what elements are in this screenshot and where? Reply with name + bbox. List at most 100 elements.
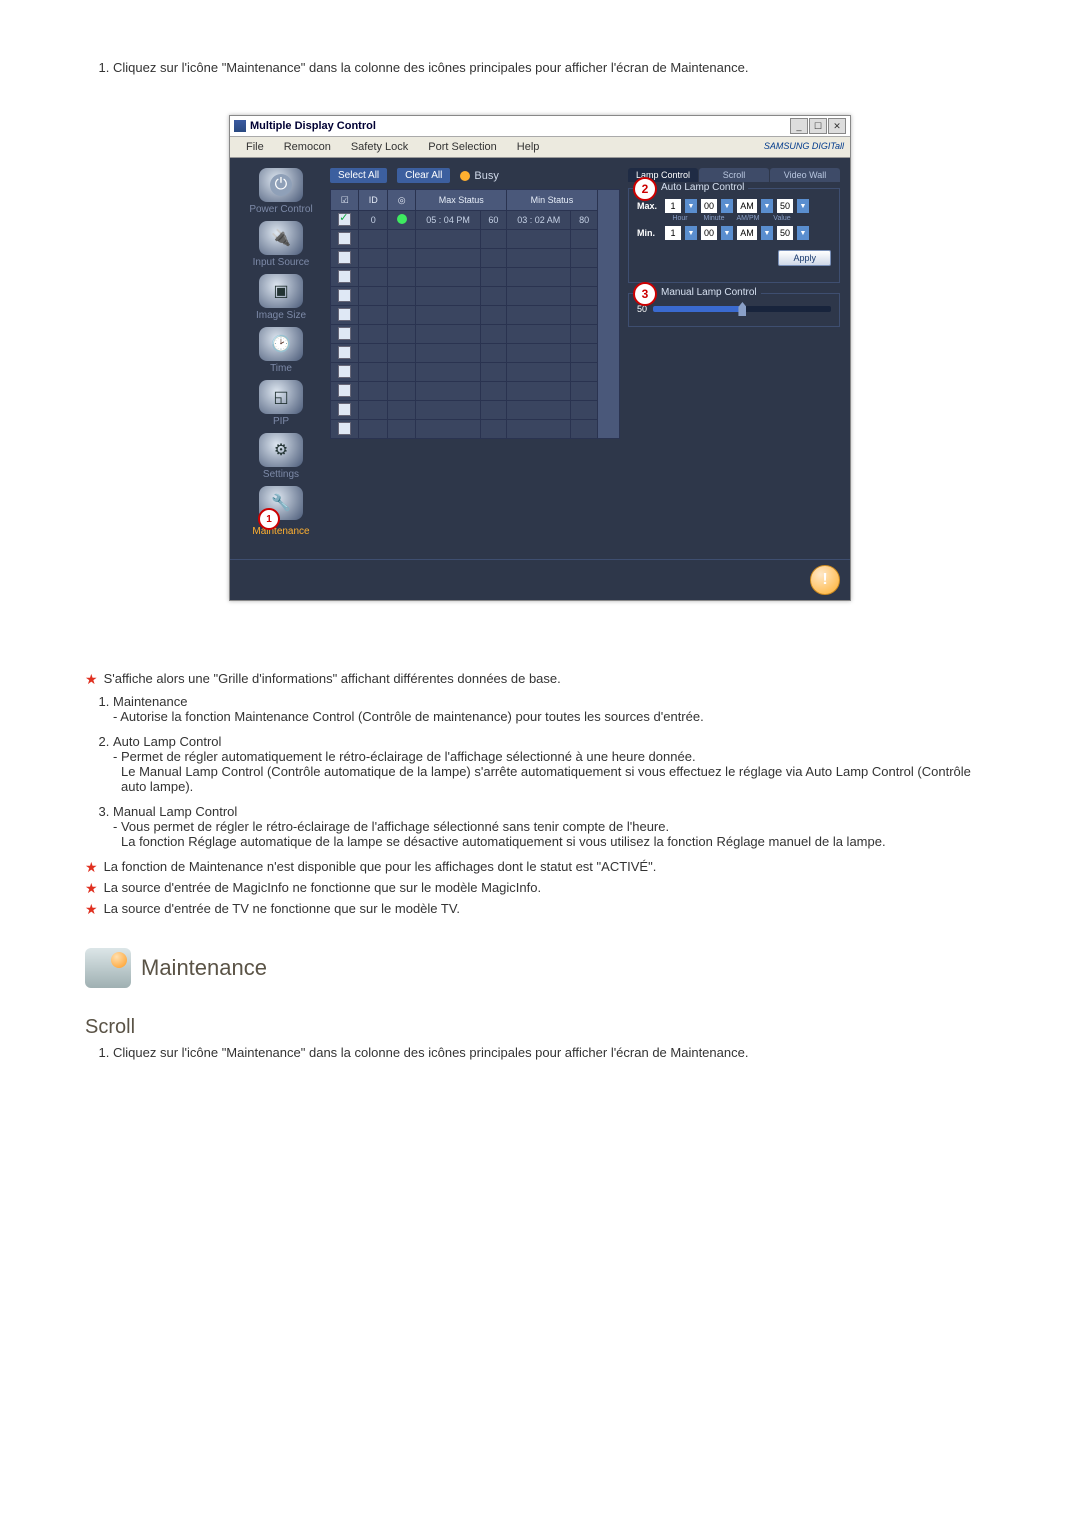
dropdown-icon[interactable]: ▼ <box>685 199 697 213</box>
table-row[interactable] <box>331 344 620 363</box>
note-star-3: La source d'entrée de MagicInfo ne fonct… <box>104 880 542 897</box>
manual-lamp-label: Manual Lamp Control <box>657 287 761 298</box>
cell-min-val: 80 <box>571 211 597 230</box>
grid-scrollbar[interactable] <box>597 190 619 439</box>
col-id: ID <box>359 190 387 211</box>
section-title: Maintenance <box>141 955 267 981</box>
dropdown-icon[interactable]: ▼ <box>761 199 773 213</box>
min-ampm-input[interactable]: AM <box>737 226 757 240</box>
sidebar-item-time[interactable]: 🕑Time <box>240 327 322 374</box>
dropdown-icon[interactable]: ▼ <box>797 199 809 213</box>
menu-safety-lock[interactable]: Safety Lock <box>341 139 418 155</box>
table-row[interactable] <box>331 325 620 344</box>
row-checkbox[interactable] <box>338 365 351 378</box>
row-checkbox[interactable] <box>338 289 351 302</box>
row-checkbox[interactable] <box>338 422 351 435</box>
auto-lamp-label: Auto Lamp Control <box>657 182 748 193</box>
max-value-input[interactable]: 50 <box>777 199 793 213</box>
min-value-input[interactable]: 50 <box>777 226 793 240</box>
dropdown-icon[interactable]: ▼ <box>685 226 697 240</box>
table-row[interactable] <box>331 420 620 439</box>
close-icon[interactable]: ✕ <box>828 118 846 134</box>
sidebar-item-image[interactable]: ▣Image Size <box>240 274 322 321</box>
table-row[interactable]: 0 05 : 04 PM 60 03 : 02 AM 80 <box>331 211 620 230</box>
minimize-icon[interactable]: _ <box>790 118 808 134</box>
display-grid: ☑ ID ◎ Max Status Min Status 0 05 : 04 P… <box>330 189 620 439</box>
row-checkbox[interactable] <box>338 346 351 359</box>
apply-button[interactable]: Apply <box>778 250 831 266</box>
table-row[interactable] <box>331 363 620 382</box>
col-min-status: Min Status <box>507 190 598 211</box>
manual-lamp-slider[interactable]: 50 <box>637 304 831 314</box>
manual-lamp-panel: 3 Manual Lamp Control 50 <box>628 293 840 327</box>
busy-label: Busy <box>474 170 498 182</box>
sidebar-item-power[interactable]: ⏻Power Control <box>240 168 322 215</box>
sidebar-item-input[interactable]: 🔌Input Source <box>240 221 322 268</box>
row-checkbox[interactable] <box>338 327 351 340</box>
max-hour-input[interactable]: 1 <box>665 199 681 213</box>
max-minute-input[interactable]: 00 <box>701 199 717 213</box>
sidebar-item-pip[interactable]: ◱ PIP <box>240 380 322 427</box>
star-bullet-icon: ★ <box>85 858 98 876</box>
note-2: Auto Lamp Control - Permet de régler aut… <box>113 734 995 794</box>
gear-icon: ⚙ <box>259 433 303 467</box>
pip-icon: ◱ <box>259 380 303 414</box>
cell-max-val: 60 <box>480 211 506 230</box>
tab-video-wall[interactable]: Video Wall <box>770 168 840 182</box>
slider-track[interactable] <box>653 306 831 312</box>
table-row[interactable] <box>331 249 620 268</box>
star-bullet-icon: ★ <box>85 879 98 897</box>
power-icon: ⏻ <box>270 174 292 196</box>
cell-id: 0 <box>359 211 387 230</box>
table-row[interactable] <box>331 401 620 420</box>
sidebar-item-label: PIP <box>273 416 289 427</box>
app-icon <box>234 120 246 132</box>
table-row[interactable] <box>331 306 620 325</box>
dropdown-icon[interactable]: ▼ <box>761 226 773 240</box>
app-window: Multiple Display Control _ ☐ ✕ File Remo… <box>229 115 851 601</box>
input-source-icon: 🔌 <box>259 221 303 255</box>
callout-badge-3: 3 <box>633 282 657 306</box>
dropdown-icon[interactable]: ▼ <box>721 199 733 213</box>
sidebar-item-settings[interactable]: ⚙ Settings <box>240 433 322 480</box>
table-row[interactable] <box>331 268 620 287</box>
select-all-button[interactable]: Select All <box>330 168 387 183</box>
section-header-maintenance: Maintenance <box>85 948 995 988</box>
row-checkbox[interactable] <box>338 403 351 416</box>
max-ampm-input[interactable]: AM <box>737 199 757 213</box>
row-checkbox[interactable] <box>338 270 351 283</box>
menu-help[interactable]: Help <box>507 139 550 155</box>
sidebar-item-maintenance[interactable]: 🔧 1 Maintenance <box>240 486 322 537</box>
menu-remocon[interactable]: Remocon <box>274 139 341 155</box>
menu-port-selection[interactable]: Port Selection <box>418 139 506 155</box>
callout-badge-1: 1 <box>258 508 280 530</box>
max-label: Max. <box>637 201 661 211</box>
table-row[interactable] <box>331 382 620 401</box>
sidebar-item-label: Settings <box>263 469 299 480</box>
sidebar-item-label: Image Size <box>256 310 306 321</box>
brand-label: SAMSUNG DIGITall <box>764 139 844 155</box>
row-checkbox[interactable] <box>338 251 351 264</box>
row-checkbox[interactable] <box>338 308 351 321</box>
note-3-desc-a: - Vous permet de régler le rétro-éclaira… <box>113 819 995 834</box>
clear-all-button[interactable]: Clear All <box>397 168 450 183</box>
slider-thumb-icon[interactable] <box>738 302 746 316</box>
row-checkbox[interactable] <box>338 384 351 397</box>
row-checkbox[interactable] <box>338 232 351 245</box>
maximize-icon[interactable]: ☐ <box>809 118 827 134</box>
field-sublabels: HourMinuteAM/PMValue <box>665 215 831 222</box>
dropdown-icon[interactable]: ▼ <box>721 226 733 240</box>
dropdown-icon[interactable]: ▼ <box>797 226 809 240</box>
window-title: Multiple Display Control <box>250 120 789 132</box>
star-bullet-icon: ★ <box>85 670 98 688</box>
min-minute-input[interactable]: 00 <box>701 226 717 240</box>
row-checkbox[interactable] <box>338 213 351 226</box>
tab-scroll[interactable]: Scroll <box>699 168 769 182</box>
col-max-status: Max Status <box>416 190 507 211</box>
table-row[interactable] <box>331 230 620 249</box>
note-star-2: La fonction de Maintenance n'est disponi… <box>104 859 657 876</box>
table-row[interactable] <box>331 287 620 306</box>
menu-file[interactable]: File <box>236 139 274 155</box>
cell-max-time: 05 : 04 PM <box>416 211 480 230</box>
min-hour-input[interactable]: 1 <box>665 226 681 240</box>
